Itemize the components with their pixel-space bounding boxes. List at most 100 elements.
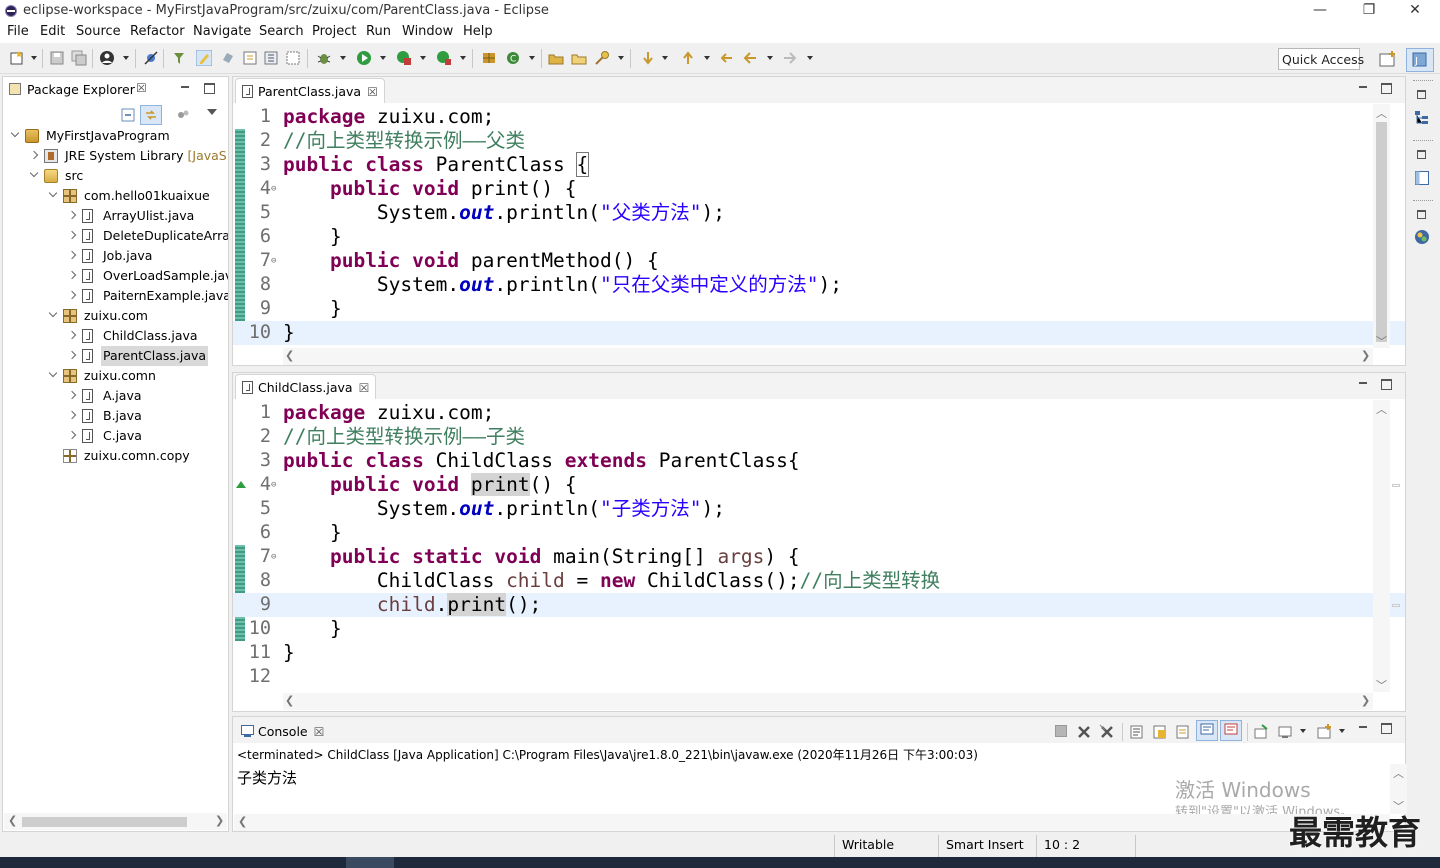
expanded-arrow-icon[interactable] bbox=[10, 128, 20, 138]
scroll-up-icon[interactable]: ︿ bbox=[1376, 105, 1387, 121]
panel-minimize-icon[interactable] bbox=[1358, 723, 1369, 734]
debug-dropdown-icon[interactable] bbox=[340, 56, 346, 60]
skip-breakpoints-icon[interactable] bbox=[143, 50, 159, 66]
restore-stack-icon[interactable] bbox=[1417, 150, 1426, 159]
tree-item[interactable]: JRE System Library [JavaSE- bbox=[3, 146, 228, 166]
open-console-icon[interactable] bbox=[1316, 724, 1332, 740]
menu-edit[interactable]: Edit bbox=[40, 24, 65, 39]
search-icon[interactable] bbox=[594, 50, 610, 66]
tree-item[interactable]: zuixu.com bbox=[3, 306, 228, 326]
code-line[interactable]: 2 //向上类型转换示例——子类 bbox=[233, 425, 1405, 449]
tree-item[interactable]: B.java bbox=[3, 406, 228, 426]
quick-access-field[interactable]: Quick Access bbox=[1278, 48, 1364, 70]
scroll-right-icon[interactable]: ❯ bbox=[1361, 349, 1370, 362]
next-annotation-icon[interactable] bbox=[640, 50, 656, 66]
external-tools-icon[interactable] bbox=[436, 50, 452, 66]
tree-item[interactable]: MyFirstJavaProgram bbox=[3, 126, 228, 146]
open-perspective-icon[interactable] bbox=[1379, 51, 1397, 67]
menu-source[interactable]: Source bbox=[76, 24, 121, 39]
menu-search[interactable]: Search bbox=[259, 24, 304, 39]
show-console-output-icon[interactable] bbox=[1175, 724, 1191, 740]
console-hscrollbar[interactable]: ❮ bbox=[234, 814, 1390, 831]
scroll-thumb[interactable] bbox=[1376, 122, 1387, 342]
code-line[interactable]: 9 } bbox=[233, 297, 1405, 321]
tree-item[interactable]: ChildClass.java bbox=[3, 326, 228, 346]
tree-item[interactable]: C.java bbox=[3, 426, 228, 446]
restore-stack-icon[interactable] bbox=[1417, 90, 1426, 99]
collapsed-arrow-icon[interactable] bbox=[67, 230, 77, 240]
package-explorer-close-icon[interactable]: ☒ bbox=[136, 81, 147, 95]
tab-close-icon[interactable]: ☒ bbox=[367, 85, 378, 99]
tree-item[interactable]: ArrayUlist.java bbox=[3, 206, 228, 226]
code-line[interactable]: 6 } bbox=[233, 225, 1405, 249]
minimize-button[interactable]: — bbox=[1297, 0, 1343, 22]
collapsed-arrow-icon[interactable] bbox=[67, 270, 77, 280]
scroll-down-icon[interactable]: ﹀ bbox=[1376, 677, 1387, 693]
panel-minimize-icon[interactable] bbox=[1358, 379, 1369, 390]
scroll-down-icon[interactable]: ﹀ bbox=[1376, 333, 1387, 349]
show-on-stderr-button[interactable] bbox=[1220, 720, 1242, 741]
git-repositories-icon[interactable] bbox=[1414, 229, 1430, 245]
menu-refactor[interactable]: Refactor bbox=[130, 24, 185, 39]
code-line[interactable]: 10 } bbox=[233, 617, 1405, 641]
filters-icon[interactable] bbox=[176, 108, 190, 122]
menu-project[interactable]: Project bbox=[312, 24, 356, 39]
code-area-childclass[interactable]: 1 package zuixu.com; 2 //向上类型转换示例——子类 3 publi… bbox=[233, 401, 1405, 691]
code-line[interactable]: 10} bbox=[233, 321, 1405, 345]
console-output[interactable]: 子类方法 bbox=[237, 767, 297, 788]
code-line[interactable]: 9 child.print(); bbox=[233, 593, 1405, 617]
code-line[interactable]: 7 ⊖ public void parentMethod() { bbox=[233, 249, 1405, 273]
terminate-icon[interactable] bbox=[1055, 725, 1067, 737]
expanded-arrow-icon[interactable] bbox=[29, 168, 39, 178]
menu-file[interactable]: File bbox=[7, 24, 29, 39]
panel-minimize-icon[interactable] bbox=[180, 83, 191, 94]
tree-item[interactable]: zuixu.comn.copy bbox=[3, 446, 228, 466]
new-icon[interactable] bbox=[9, 50, 25, 66]
open-type-hierarchy-icon[interactable] bbox=[548, 50, 564, 66]
toggle-mark-icon[interactable] bbox=[220, 50, 236, 66]
code-line[interactable]: 1 package zuixu.com; bbox=[233, 105, 1405, 129]
tab-close-icon[interactable]: ☒ bbox=[314, 725, 325, 739]
java-perspective-button[interactable]: J bbox=[1406, 48, 1434, 72]
profile-dropdown-icon[interactable] bbox=[123, 56, 129, 60]
external-tools-dropdown-icon[interactable] bbox=[460, 56, 466, 60]
collapsed-arrow-icon[interactable] bbox=[67, 430, 77, 440]
collapsed-arrow-icon[interactable] bbox=[67, 290, 77, 300]
pin-console-icon[interactable] bbox=[1253, 724, 1269, 740]
restore-stack-icon[interactable] bbox=[1417, 210, 1426, 219]
code-line[interactable]: 7 ⊖ public static void main(String[] args… bbox=[233, 545, 1405, 569]
fold-toggle-icon[interactable]: ⊖ bbox=[271, 249, 276, 273]
coverage-icon[interactable] bbox=[396, 50, 412, 66]
collapsed-arrow-icon[interactable] bbox=[29, 150, 39, 160]
last-edit-icon[interactable] bbox=[719, 50, 735, 66]
tree-item[interactable]: Job.java bbox=[3, 246, 228, 266]
code-line[interactable]: 1 package zuixu.com; bbox=[233, 401, 1405, 425]
menu-navigate[interactable]: Navigate bbox=[193, 24, 251, 39]
coverage-dropdown-icon[interactable] bbox=[420, 56, 426, 60]
panel-maximize-icon[interactable] bbox=[1381, 379, 1392, 390]
open-console-dropdown-icon[interactable] bbox=[1339, 729, 1345, 733]
word-wrap-icon[interactable] bbox=[1152, 724, 1168, 740]
tree-item[interactable]: DeleteDuplicateArray bbox=[3, 226, 228, 246]
collapsed-arrow-icon[interactable] bbox=[67, 250, 77, 260]
tree-item[interactable]: zuixu.comn bbox=[3, 366, 228, 386]
editor-hscrollbar[interactable]: ❮ ❯ bbox=[283, 348, 1373, 365]
tree-item[interactable]: com.hello01kuaixue bbox=[3, 186, 228, 206]
expanded-arrow-icon[interactable] bbox=[48, 308, 58, 318]
expanded-arrow-icon[interactable] bbox=[48, 188, 58, 198]
scroll-right-icon[interactable]: ❯ bbox=[215, 814, 224, 827]
remove-all-terminated-icon[interactable] bbox=[1099, 724, 1115, 740]
panel-maximize-icon[interactable] bbox=[204, 83, 215, 94]
code-area-parentclass[interactable]: 1 package zuixu.com; 2 //向上类型转换示例——父类 3 publi… bbox=[233, 105, 1405, 345]
menu-run[interactable]: Run bbox=[366, 24, 391, 39]
collapsed-arrow-icon[interactable] bbox=[67, 210, 77, 220]
code-line[interactable]: 5 System.out.println("子类方法"); bbox=[233, 497, 1405, 521]
new-dropdown-icon[interactable] bbox=[31, 56, 37, 60]
scroll-left-icon[interactable]: ❮ bbox=[285, 694, 294, 707]
debug-icon[interactable] bbox=[316, 50, 332, 66]
code-line[interactable]: 8 ChildClass child = new ChildClass();//… bbox=[233, 569, 1405, 593]
code-line[interactable]: 6 } bbox=[233, 521, 1405, 545]
profile-icon[interactable] bbox=[99, 50, 115, 66]
save-icon[interactable] bbox=[49, 50, 65, 66]
scroll-right-icon[interactable]: ❯ bbox=[1361, 694, 1370, 707]
